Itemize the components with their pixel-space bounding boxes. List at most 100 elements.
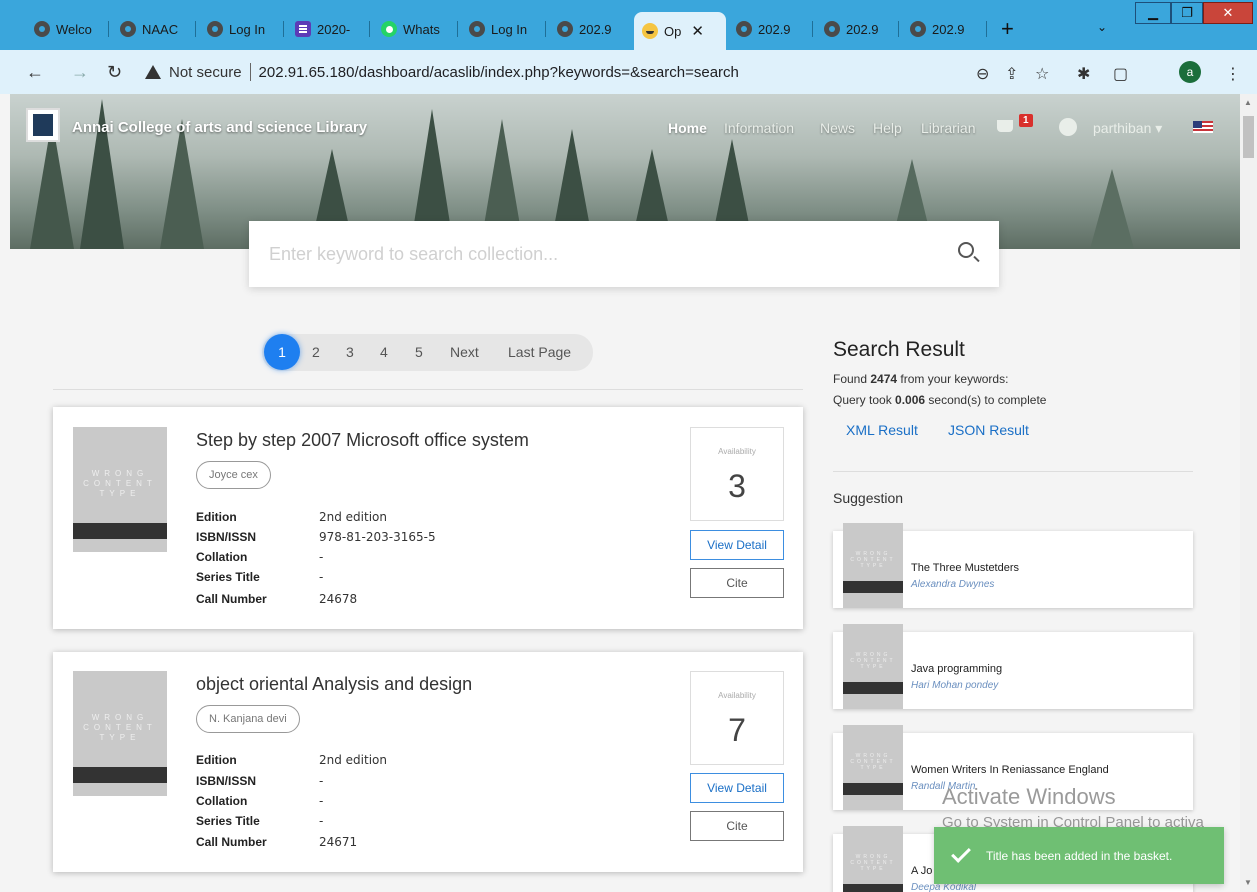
meta-value: - xyxy=(319,814,324,828)
bookmark-star-icon[interactable]: ☆ xyxy=(1035,64,1049,84)
cover-placeholder-text: WRONG CONTENT TYPE xyxy=(83,713,157,742)
share-icon[interactable]: ⇪ xyxy=(1005,64,1018,84)
meta-key: Collation xyxy=(196,550,248,564)
result-title[interactable]: Step by step 2007 Microsoft office syste… xyxy=(196,430,529,451)
nav-information[interactable]: Information xyxy=(724,120,794,136)
cite-button[interactable]: Cite xyxy=(690,568,784,598)
browser-tab[interactable]: NAAC xyxy=(112,14,194,44)
browser-tab[interactable]: 202.9 xyxy=(902,14,984,44)
json-result-link[interactable]: JSON Result xyxy=(948,422,1029,438)
suggestion-title[interactable]: A Jo xyxy=(911,865,932,877)
xml-result-link[interactable]: XML Result xyxy=(846,422,918,438)
meta-key: Series Title xyxy=(196,814,260,828)
globe-icon xyxy=(557,21,573,37)
nav-librarian[interactable]: Librarian xyxy=(921,120,975,136)
side-panel-icon[interactable]: ▢ xyxy=(1113,64,1128,84)
query-prefix: Query took xyxy=(833,393,896,407)
browser-tab-active[interactable]: Op ✕ xyxy=(634,12,726,50)
browser-tab[interactable]: Log In xyxy=(199,14,281,44)
globe-icon xyxy=(120,21,136,37)
next-page[interactable]: Next xyxy=(450,344,479,360)
whatsapp-icon xyxy=(381,21,397,37)
meta-key: Edition xyxy=(196,510,237,524)
reload-icon[interactable]: ↻ xyxy=(107,62,122,83)
suggestion-item[interactable]: WRONG CONTENT TYPE Java programming Hari… xyxy=(833,624,1193,709)
meta-key: Call Number xyxy=(196,835,267,849)
nav-news[interactable]: News xyxy=(820,120,855,136)
tab-search-chevron-icon[interactable]: ⌄ xyxy=(1097,20,1107,34)
page-5[interactable]: 5 xyxy=(415,344,423,360)
cover-band xyxy=(843,581,903,593)
back-arrow-icon[interactable]: ← xyxy=(26,62,44,83)
logo-mark xyxy=(33,114,53,136)
suggestion-title[interactable]: The Three Mustetders xyxy=(911,562,1019,574)
book-cover[interactable]: WRONG CONTENT TYPE xyxy=(73,671,167,796)
minimize-button[interactable]: ▁ xyxy=(1135,2,1171,24)
basket-count-badge: 1 xyxy=(1019,114,1033,127)
menu-kebab-icon[interactable]: ⋮ xyxy=(1225,64,1241,84)
suggestion-title[interactable]: Java programming xyxy=(911,663,1002,675)
globe-icon xyxy=(469,21,485,37)
browser-tab[interactable]: 202.9 xyxy=(728,14,810,44)
browser-tab[interactable]: Whats xyxy=(373,14,455,44)
last-page[interactable]: Last Page xyxy=(508,344,571,360)
us-flag-icon[interactable] xyxy=(1193,121,1213,133)
tree-decoration xyxy=(1090,169,1134,249)
url-text[interactable]: 202.91.65.180/dashboard/acaslib/index.ph… xyxy=(259,64,739,81)
query-suffix: second(s) to complete xyxy=(925,393,1047,407)
forward-arrow-icon[interactable]: → xyxy=(71,62,89,83)
tab-separator xyxy=(457,21,458,37)
suggestion-title[interactable]: Women Writers In Reniassance England xyxy=(911,764,1109,776)
globe-icon xyxy=(736,21,752,37)
library-logo[interactable] xyxy=(26,108,60,142)
scroll-up-arrow-icon[interactable]: ▲ xyxy=(1244,98,1252,107)
cover-band xyxy=(73,767,167,783)
nav-home[interactable]: Home xyxy=(668,120,707,136)
extensions-puzzle-icon[interactable]: ✱ xyxy=(1077,64,1090,84)
browser-tab[interactable]: Log In xyxy=(461,14,543,44)
zoom-icon[interactable]: ⊖ xyxy=(976,64,989,84)
close-tab-icon[interactable]: ✕ xyxy=(691,22,704,40)
cover-placeholder-text: WRONG CONTENT TYPE xyxy=(850,652,896,670)
suggestion-item[interactable]: WRONG CONTENT TYPE The Three Mustetders … xyxy=(833,523,1193,608)
search-input[interactable] xyxy=(269,243,929,265)
meta-value: - xyxy=(319,570,324,584)
view-detail-button[interactable]: View Detail xyxy=(690,773,784,803)
tab-separator xyxy=(812,21,813,37)
cite-button[interactable]: Cite xyxy=(690,811,784,841)
browser-tab[interactable]: 202.9 xyxy=(549,14,629,44)
browser-tab[interactable]: 202.9 xyxy=(816,14,896,44)
scroll-down-arrow-icon[interactable]: ▼ xyxy=(1244,878,1252,887)
basket-icon[interactable] xyxy=(997,120,1013,132)
maximize-button[interactable]: ❐ xyxy=(1171,2,1203,24)
found-prefix: Found xyxy=(833,372,871,386)
user-avatar-icon[interactable] xyxy=(1059,118,1077,136)
availability-label: Availability xyxy=(718,691,756,700)
view-detail-button[interactable]: View Detail xyxy=(690,530,784,560)
page-4[interactable]: 4 xyxy=(380,344,388,360)
result-title[interactable]: object oriental Analysis and design xyxy=(196,674,472,695)
tab-separator xyxy=(108,21,109,37)
browser-tab[interactable]: Welco xyxy=(26,14,106,44)
page-3[interactable]: 3 xyxy=(346,344,354,360)
nav-help[interactable]: Help xyxy=(873,120,902,136)
page-scrollbar[interactable]: ▲ ▼ xyxy=(1240,94,1257,892)
page-1[interactable]: 1 xyxy=(264,334,300,370)
browser-tab[interactable]: 2020- xyxy=(287,14,367,44)
profile-avatar[interactable]: a xyxy=(1179,61,1201,83)
author-chip[interactable]: N. Kanjana devi xyxy=(196,705,300,733)
globe-icon xyxy=(34,21,50,37)
site-brand[interactable]: Annai College of arts and science Librar… xyxy=(72,119,367,136)
new-tab-button[interactable]: + xyxy=(1001,16,1014,42)
page-2[interactable]: 2 xyxy=(312,344,320,360)
author-chip[interactable]: Joyce cex xyxy=(196,461,271,489)
scrollbar-thumb[interactable] xyxy=(1243,116,1254,158)
globe-icon xyxy=(910,21,926,37)
book-cover[interactable]: WRONG CONTENT TYPE xyxy=(73,427,167,552)
window-close-button[interactable]: ✕ xyxy=(1203,2,1253,24)
tab-separator xyxy=(195,21,196,37)
search-icon[interactable] xyxy=(958,242,974,258)
address-bar[interactable]: Not secure 202.91.65.180/dashboard/acasl… xyxy=(145,57,1060,87)
basket-toast[interactable]: Title has been added in the basket. xyxy=(934,827,1224,884)
user-menu[interactable]: parthiban ▾ xyxy=(1093,120,1162,137)
